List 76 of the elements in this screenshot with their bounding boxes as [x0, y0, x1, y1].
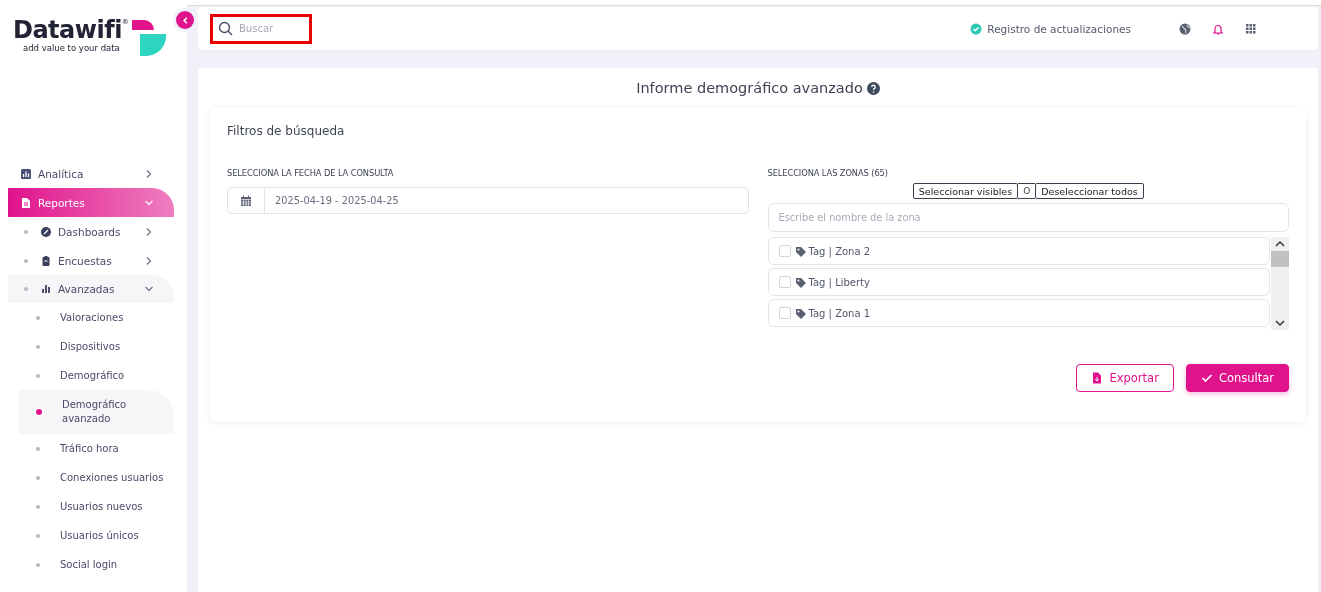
export-button[interactable]: Exportar — [1076, 364, 1174, 392]
select-visible-button[interactable]: Seleccionar visibles — [912, 183, 1019, 199]
compass-icon — [40, 225, 52, 238]
sidebar-item[interactable]: Tráfico hora — [0, 434, 174, 463]
logo-tagline: add value to your data — [23, 43, 121, 53]
collapse-button[interactable] — [176, 11, 194, 29]
bullet-icon — [24, 258, 28, 263]
tag-icon — [794, 245, 806, 257]
chevron-left-icon — [180, 15, 190, 25]
bell-icon — [1212, 22, 1224, 35]
card-title: Filtros de búsqueda — [227, 124, 346, 138]
clipboard-icon — [40, 254, 52, 267]
check-icon — [1200, 372, 1213, 384]
chevron-right-icon — [144, 255, 154, 266]
sidebar-item[interactable]: Usuarios nuevos — [0, 492, 174, 521]
search-icon — [218, 21, 233, 36]
date-range-field[interactable]: 2025-04-19 - 2025-04-25 — [227, 187, 749, 214]
calendar-icon — [240, 194, 252, 207]
bar-chart-icon — [40, 283, 52, 295]
help-icon — [866, 81, 880, 95]
zone-item[interactable]: Tag | Zona 2 — [767, 237, 1270, 265]
sidebar-item[interactable]: Conexiones usuarios — [0, 463, 174, 492]
sidebar-item[interactable]: Demográfico — [0, 361, 174, 390]
field-label: SELECCIONA LAS ZONAS (65) — [767, 168, 889, 178]
sidebar-item[interactable]: Reportes — [8, 188, 174, 217]
scroll-down-icon — [1274, 318, 1286, 328]
sidebar-item[interactable]: Valoraciones — [0, 303, 174, 332]
language-button[interactable] — [1178, 21, 1192, 36]
tag-icon — [794, 307, 806, 319]
sidebar-item[interactable]: Dispositivos — [0, 332, 174, 361]
bullet-icon — [36, 373, 40, 378]
chevron-down-icon — [144, 284, 154, 294]
scroll-thumb[interactable] — [1271, 251, 1289, 267]
chevron-right-icon — [144, 168, 154, 179]
scroll-up-icon — [1274, 239, 1286, 249]
changelog-link[interactable]: Registro de actualizaciones — [970, 22, 1131, 35]
checkbox[interactable] — [778, 276, 791, 288]
sidebar-item[interactable]: Demográfico avanzado — [19, 390, 174, 434]
scrollbar[interactable] — [1271, 237, 1289, 330]
deselect-all-button[interactable]: Deseleccionar todos — [1035, 183, 1144, 199]
bullet-icon — [36, 533, 40, 538]
chart-icon — [20, 167, 32, 180]
sidebar-item[interactable]: Analítica — [0, 159, 174, 188]
bullet-icon — [36, 475, 40, 480]
apps-button[interactable] — [1244, 21, 1258, 36]
globe-icon — [1179, 22, 1191, 35]
zone-item[interactable]: Tag | Liberty — [767, 268, 1270, 296]
bullet-icon — [36, 315, 40, 320]
grid-icon — [1245, 22, 1257, 35]
bullet-icon — [36, 562, 40, 567]
logo-mark-icon — [130, 18, 169, 58]
sidebar-item[interactable]: Avanzadas — [8, 275, 174, 303]
page-title: Informe demográfico avanzado — [636, 80, 863, 96]
check-circle-icon — [970, 22, 983, 35]
zone-search-field[interactable]: Escribe el nombre de la zona — [767, 203, 1289, 232]
chevron-right-icon — [144, 226, 154, 237]
logo-wordmark: Datawifi$^{®}$ — [13, 15, 129, 44]
search-field[interactable]: Buscar — [239, 23, 299, 34]
bullet-icon — [36, 446, 40, 451]
bullet-icon — [24, 229, 28, 234]
field-label: SELECCIONA LA FECHA DE LA CONSULTA — [227, 168, 395, 178]
bullet-icon — [24, 287, 28, 291]
checkbox[interactable] — [778, 307, 791, 319]
document-icon — [20, 196, 32, 209]
bullet-icon — [36, 344, 40, 349]
sidebar-item[interactable]: Usuarios únicos — [0, 521, 174, 550]
bullet-icon — [36, 504, 40, 509]
sidebar-item[interactable]: Encuestas — [0, 246, 174, 275]
zone-item[interactable]: Tag | Zona 1 — [767, 299, 1270, 327]
consult-button[interactable]: Consultar — [1185, 364, 1289, 392]
sidebar-item[interactable]: Social login — [0, 550, 174, 579]
checkbox[interactable] — [778, 245, 791, 257]
file-download-icon — [1091, 372, 1104, 384]
sidebar-item[interactable]: Dashboards — [0, 217, 174, 246]
bullet-icon — [36, 409, 42, 415]
tag-icon — [794, 276, 806, 288]
